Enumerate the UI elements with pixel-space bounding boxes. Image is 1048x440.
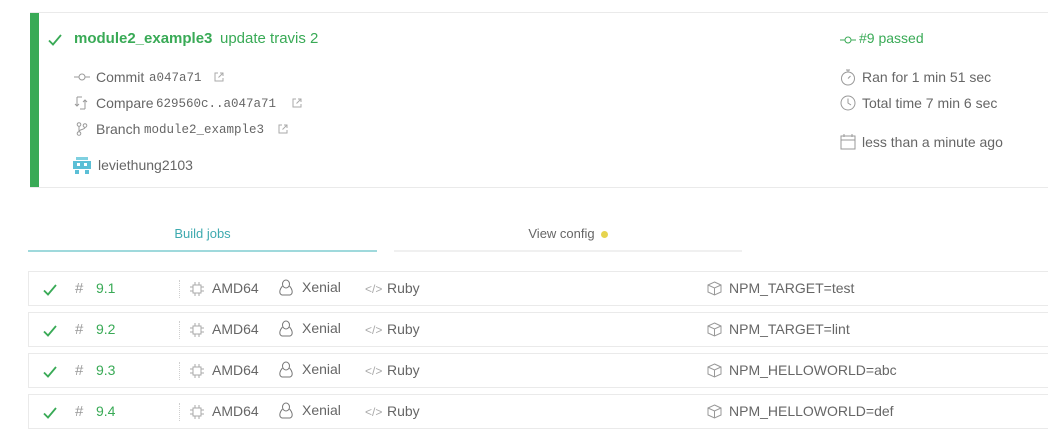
tab-build-jobs[interactable]: Build jobs: [28, 220, 377, 252]
job-language: Ruby: [387, 280, 420, 296]
code-icon: </>: [365, 323, 383, 337]
package-icon: [707, 281, 722, 296]
branch-icon: [76, 122, 88, 136]
job-arch: AMD64: [212, 403, 259, 419]
branch-label: Branch: [96, 121, 141, 137]
job-env: NPM_TARGET=lint: [729, 321, 850, 337]
build-summary-card: module2_example3 update travis 2 Commit …: [30, 12, 1048, 188]
finished-time: less than a minute ago: [862, 134, 1003, 150]
build-status[interactable]: #9 passed: [859, 30, 924, 46]
compare-range-link[interactable]: 629560c..a047a71: [156, 97, 276, 111]
job-arch: AMD64: [212, 280, 259, 296]
job-row[interactable]: # 9.3 AMD64 Xenial </> Ruby NPM_HELLOWOR…: [28, 353, 1048, 388]
hash-icon: #: [75, 403, 84, 420]
cpu-icon: [190, 282, 204, 296]
code-icon: </>: [365, 282, 383, 296]
commit-hash-link[interactable]: a047a71: [149, 71, 202, 85]
linux-icon: [278, 320, 294, 338]
job-env: NPM_TARGET=test: [729, 280, 855, 296]
compare-label: Compare: [96, 95, 154, 111]
separator: [179, 403, 180, 421]
external-link-icon[interactable]: [278, 124, 288, 134]
package-icon: [707, 404, 722, 419]
stopwatch-icon: [840, 69, 856, 86]
check-icon: [48, 33, 62, 47]
job-os: Xenial: [302, 279, 341, 295]
commit-icon: [74, 72, 90, 82]
linux-icon: [278, 361, 294, 379]
check-icon: [43, 406, 57, 420]
job-language: Ruby: [387, 403, 420, 419]
total-time: Total time 7 min 6 sec: [862, 95, 998, 111]
hash-icon: #: [75, 321, 84, 338]
code-icon: </>: [365, 364, 383, 378]
branch-name-link[interactable]: module2_example3: [74, 30, 212, 47]
job-language: Ruby: [387, 321, 420, 337]
package-icon: [707, 322, 722, 337]
compare-icon: [74, 96, 88, 110]
check-icon: [43, 365, 57, 379]
job-number[interactable]: 9.4: [96, 403, 115, 420]
commit-message[interactable]: update travis 2: [220, 30, 318, 47]
commit-label: Commit: [96, 69, 145, 85]
external-link-icon[interactable]: [214, 72, 224, 82]
job-row[interactable]: # 9.2 AMD64 Xenial </> Ruby NPM_TARGET=l…: [28, 312, 1048, 347]
job-env: NPM_HELLOWORLD=abc: [729, 362, 897, 378]
job-row[interactable]: # 9.1 AMD64 Xenial </> Ruby NPM_TARGET=t…: [28, 271, 1048, 306]
avatar: [73, 157, 91, 175]
job-os: Xenial: [302, 361, 341, 377]
cpu-icon: [190, 405, 204, 419]
config-warning-dot: [600, 231, 608, 239]
job-tabs: Build jobs View config: [28, 220, 742, 252]
cpu-icon: [190, 323, 204, 337]
job-arch: AMD64: [212, 362, 259, 378]
hash-icon: #: [75, 362, 84, 379]
job-language: Ruby: [387, 362, 420, 378]
separator: [179, 362, 180, 380]
job-os: Xenial: [302, 320, 341, 336]
external-link-icon[interactable]: [292, 98, 302, 108]
author-name[interactable]: leviethung2103: [98, 157, 193, 173]
tab-view-config-label: View config: [528, 226, 595, 241]
build-status-bar: [30, 13, 39, 187]
hash-icon: #: [75, 280, 84, 297]
ran-for: Ran for 1 min 51 sec: [862, 69, 992, 85]
check-icon: [43, 283, 57, 297]
linux-icon: [278, 279, 294, 297]
cpu-icon: [190, 364, 204, 378]
commit-icon: [840, 35, 856, 45]
job-number[interactable]: 9.2: [96, 321, 115, 338]
tab-build-jobs-label: Build jobs: [174, 226, 231, 241]
job-number[interactable]: 9.3: [96, 362, 115, 379]
job-number[interactable]: 9.1: [96, 280, 115, 297]
job-arch: AMD64: [212, 321, 259, 337]
separator: [179, 321, 180, 339]
package-icon: [707, 363, 722, 378]
job-row[interactable]: # 9.4 AMD64 Xenial </> Ruby NPM_HELLOWOR…: [28, 394, 1048, 429]
clock-icon: [840, 95, 856, 111]
branch-value-link[interactable]: module2_example3: [144, 123, 264, 137]
code-icon: </>: [365, 405, 383, 419]
job-env: NPM_HELLOWORLD=def: [729, 403, 894, 419]
calendar-icon: [840, 134, 856, 150]
separator: [179, 280, 180, 298]
linux-icon: [278, 402, 294, 420]
branch-name[interactable]: module2_example3: [74, 30, 212, 47]
check-icon: [43, 324, 57, 338]
job-os: Xenial: [302, 402, 341, 418]
tab-view-config[interactable]: View config: [394, 220, 742, 252]
